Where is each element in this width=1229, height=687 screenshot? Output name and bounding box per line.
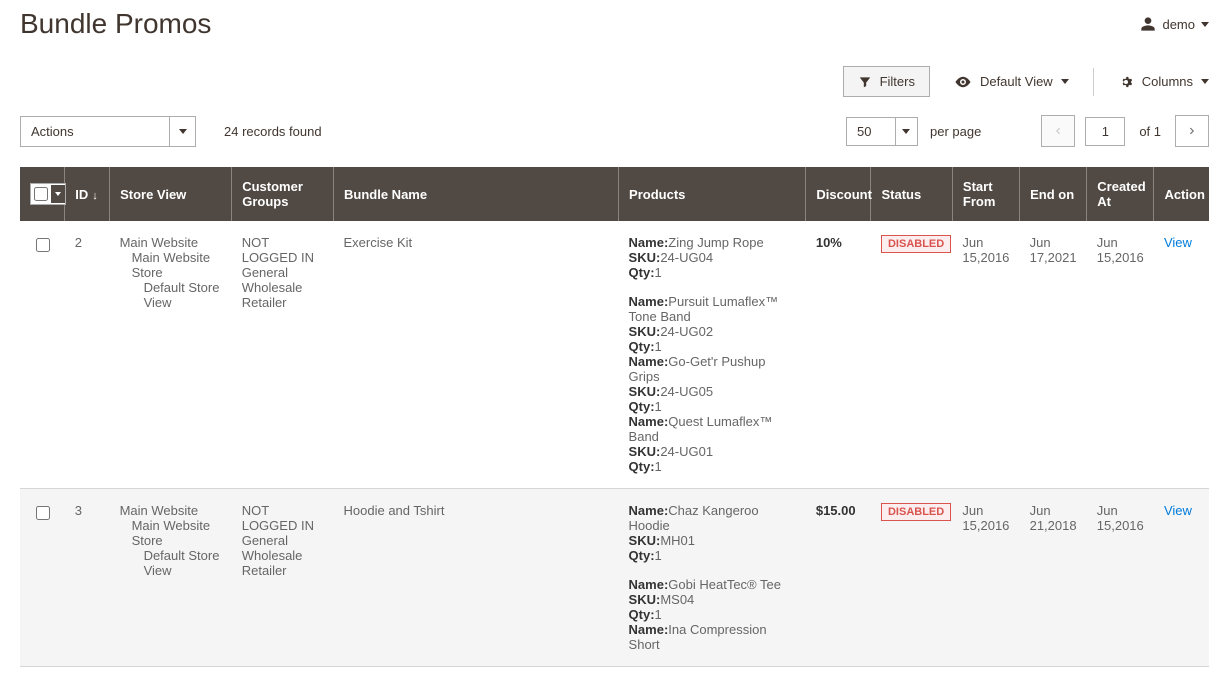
default-view-label: Default View: [980, 74, 1053, 89]
cell-store-view: Main WebsiteMain Website StoreDefault St…: [110, 489, 232, 667]
view-link[interactable]: View: [1164, 503, 1192, 518]
user-icon: [1140, 16, 1156, 32]
eye-icon: [954, 73, 972, 91]
chevron-down-icon: [1201, 79, 1209, 84]
chevron-down-icon: [179, 129, 187, 134]
row-checkbox[interactable]: [36, 238, 50, 252]
user-name: demo: [1162, 17, 1195, 32]
cell-discount: 10%: [806, 221, 871, 489]
col-header-discount[interactable]: Discount: [806, 167, 871, 221]
col-header-checkbox[interactable]: [20, 167, 65, 221]
columns-dropdown[interactable]: Columns: [1118, 74, 1209, 90]
filters-button[interactable]: Filters: [843, 66, 930, 97]
cell-bundle-name: Exercise Kit: [334, 221, 619, 489]
col-header-end-on[interactable]: End on: [1020, 167, 1087, 221]
chevron-down-icon: [902, 129, 910, 134]
chevron-down-icon: [1061, 79, 1069, 84]
chevron-down-icon: [1201, 22, 1209, 27]
cell-action: View: [1154, 221, 1209, 489]
col-header-created-at[interactable]: Created At: [1087, 167, 1154, 221]
cell-created-at: Jun 15,2016: [1087, 489, 1154, 667]
next-page-button[interactable]: [1175, 115, 1209, 147]
chevron-left-icon: [1053, 125, 1063, 137]
page-input[interactable]: 1: [1085, 117, 1125, 146]
col-header-store-view[interactable]: Store View: [110, 167, 232, 221]
cell-store-view: Main WebsiteMain Website StoreDefault St…: [110, 221, 232, 489]
col-header-start-from[interactable]: Start From: [952, 167, 1019, 221]
status-badge: DISABLED: [881, 235, 951, 253]
sort-down-icon: ↓: [92, 190, 98, 202]
funnel-icon: [858, 75, 872, 89]
cell-discount: $15.00: [806, 489, 871, 667]
actions-dropdown[interactable]: Actions: [20, 116, 196, 147]
gear-icon: [1118, 74, 1134, 90]
cell-end-on: Jun 21,2018: [1020, 489, 1087, 667]
actions-label: Actions: [21, 117, 169, 146]
cell-created-at: Jun 15,2016: [1087, 221, 1154, 489]
col-header-action[interactable]: Action: [1154, 167, 1209, 221]
of-pages: of 1: [1139, 124, 1161, 139]
per-page-value: 50: [857, 124, 889, 139]
table-row: 3Main WebsiteMain Website StoreDefault S…: [20, 489, 1209, 667]
cell-status: DISABLED: [871, 221, 952, 489]
page-title: Bundle Promos: [20, 8, 211, 40]
per-page-select[interactable]: 50: [846, 117, 918, 146]
cell-products: Name:Zing Jump RopeSKU:24-UG04Qty:1Name:…: [619, 221, 806, 489]
cell-id: 3: [65, 489, 110, 667]
chevron-right-icon: [1187, 125, 1197, 137]
cell-id: 2: [65, 221, 110, 489]
divider: [1093, 68, 1094, 96]
view-link[interactable]: View: [1164, 235, 1192, 250]
col-header-id[interactable]: ID↓: [65, 167, 110, 221]
cell-action: View: [1154, 489, 1209, 667]
select-all-toggle[interactable]: [51, 185, 65, 203]
cell-bundle-name: Hoodie and Tshirt: [334, 489, 619, 667]
default-view-dropdown[interactable]: Default View: [954, 73, 1069, 91]
select-all-checkbox[interactable]: [34, 187, 48, 201]
per-page-label: per page: [930, 124, 981, 139]
cell-start-from: Jun 15,2016: [952, 489, 1019, 667]
user-menu[interactable]: demo: [1140, 16, 1209, 32]
table-row: 2Main WebsiteMain Website StoreDefault S…: [20, 221, 1209, 489]
data-grid: ID↓ Store View Customer Groups Bundle Na…: [20, 167, 1209, 667]
cell-customer-groups: NOT LOGGED INGeneralWholesaleRetailer: [232, 489, 334, 667]
status-badge: DISABLED: [881, 503, 951, 521]
records-found: 24 records found: [224, 124, 322, 139]
filters-label: Filters: [880, 74, 915, 89]
per-page-toggle[interactable]: [895, 118, 917, 145]
cell-end-on: Jun 17,2021: [1020, 221, 1087, 489]
col-header-bundle-name[interactable]: Bundle Name: [334, 167, 619, 221]
actions-toggle[interactable]: [169, 117, 195, 146]
cell-status: DISABLED: [871, 489, 952, 667]
cell-start-from: Jun 15,2016: [952, 221, 1019, 489]
col-header-status[interactable]: Status: [871, 167, 952, 221]
cell-products: Name:Chaz Kangeroo HoodieSKU:MH01Qty:1Na…: [619, 489, 806, 667]
col-header-customer-groups[interactable]: Customer Groups: [232, 167, 334, 221]
col-header-products[interactable]: Products: [619, 167, 806, 221]
prev-page-button[interactable]: [1041, 115, 1075, 147]
cell-customer-groups: NOT LOGGED INGeneralWholesaleRetailer: [232, 221, 334, 489]
columns-label: Columns: [1142, 74, 1193, 89]
row-checkbox[interactable]: [36, 506, 50, 520]
